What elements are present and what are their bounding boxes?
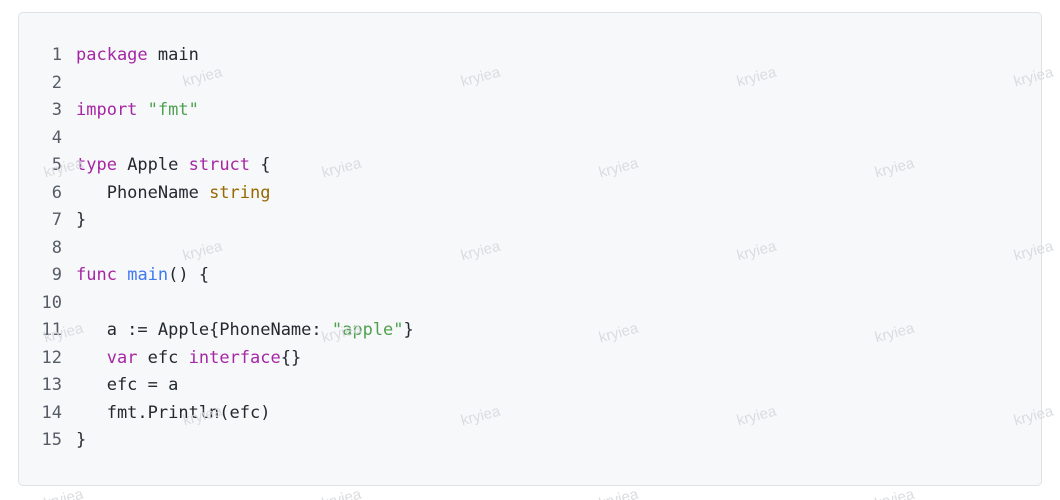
code-token: main bbox=[127, 265, 169, 285]
watermark-text: kryiea bbox=[42, 485, 86, 500]
line-number: 8 bbox=[51, 237, 62, 258]
code-token: () { bbox=[168, 265, 210, 285]
code-text: import "fmt" bbox=[76, 97, 199, 125]
code-token: } bbox=[403, 320, 414, 340]
code-text: PhoneName string bbox=[76, 180, 271, 208]
code-token: package bbox=[76, 45, 148, 65]
code-token: a := Apple{PhoneName: bbox=[76, 320, 332, 340]
code-line: 6 PhoneName string bbox=[19, 180, 414, 208]
code-line: 12 var efc interface{} bbox=[19, 345, 414, 373]
code-token: PhoneName bbox=[76, 182, 210, 203]
code-line: 5 type Apple struct { bbox=[19, 152, 414, 180]
line-number: 14 bbox=[41, 402, 62, 423]
code-line: 9 func main() { bbox=[19, 262, 414, 290]
code-token: type bbox=[76, 155, 117, 175]
line-number: 5 bbox=[51, 155, 62, 175]
line-number: 13 bbox=[41, 375, 62, 395]
line-number: 12 bbox=[41, 347, 62, 368]
code-token: {} bbox=[280, 347, 302, 368]
code-line: 13 efc = a bbox=[19, 372, 414, 400]
watermark-text: kryiea bbox=[320, 485, 364, 500]
code-token: efc = a bbox=[76, 375, 179, 395]
code-line: 7} bbox=[19, 207, 414, 235]
code-text: a := Apple{PhoneName: "apple"} bbox=[76, 317, 414, 345]
code-line: 10 bbox=[19, 290, 414, 318]
code-line: 4 bbox=[19, 125, 414, 153]
watermark-text: kryiea bbox=[597, 485, 641, 500]
line-number: 3 bbox=[51, 100, 62, 120]
code-text: } bbox=[76, 207, 86, 235]
code-line: 1 package main bbox=[19, 42, 414, 70]
code-token: "apple" bbox=[331, 320, 404, 340]
code-token: struct bbox=[188, 155, 251, 175]
line-number: 6 bbox=[51, 182, 62, 203]
line-number: 9 bbox=[51, 265, 62, 285]
line-number: 11 bbox=[41, 320, 62, 340]
code-token: { bbox=[250, 155, 271, 175]
line-number: 7 bbox=[51, 210, 62, 230]
line-number: 1 bbox=[51, 45, 62, 65]
line-number: 2 bbox=[51, 72, 62, 93]
code-text: } bbox=[76, 427, 86, 455]
code-token: import bbox=[76, 100, 138, 120]
code-line: 15} bbox=[19, 427, 414, 455]
code-token: main bbox=[147, 45, 199, 65]
code-token: func bbox=[76, 265, 117, 285]
code-text: efc = a bbox=[76, 372, 179, 400]
code-lines: 1 package main 2 3 import "fmt" 4 5 type Apple … bbox=[19, 42, 414, 455]
code-token: string bbox=[209, 182, 271, 203]
code-token: } bbox=[76, 210, 87, 230]
code-line: 8 bbox=[19, 235, 414, 263]
code-token: efc bbox=[137, 347, 189, 368]
line-number: 10 bbox=[41, 292, 62, 313]
code-token: } bbox=[76, 430, 87, 450]
line-number: 4 bbox=[51, 127, 62, 148]
code-text: type Apple struct { bbox=[76, 152, 271, 180]
line-number: 15 bbox=[41, 430, 62, 450]
code-text: var efc interface{} bbox=[76, 345, 302, 373]
code-text: package main bbox=[76, 42, 199, 70]
code-text: func main() { bbox=[76, 262, 209, 290]
code-line: 11 a := Apple{PhoneName: "apple"} bbox=[19, 317, 414, 345]
code-token: fmt.Println(efc) bbox=[76, 402, 271, 423]
code-token: Apple bbox=[116, 155, 189, 175]
code-token: var bbox=[106, 347, 138, 368]
code-line: 14 fmt.Println(efc) bbox=[19, 400, 414, 428]
code-text: fmt.Println(efc) bbox=[76, 400, 271, 428]
watermark-text: kryiea bbox=[873, 485, 917, 500]
code-token: "fmt" bbox=[147, 100, 199, 120]
code-line: 3 import "fmt" bbox=[19, 97, 414, 125]
code-block: 1 package main 2 3 import "fmt" 4 5 type Apple … bbox=[18, 12, 1042, 486]
code-line: 2 bbox=[19, 70, 414, 98]
code-token: interface bbox=[188, 347, 281, 368]
